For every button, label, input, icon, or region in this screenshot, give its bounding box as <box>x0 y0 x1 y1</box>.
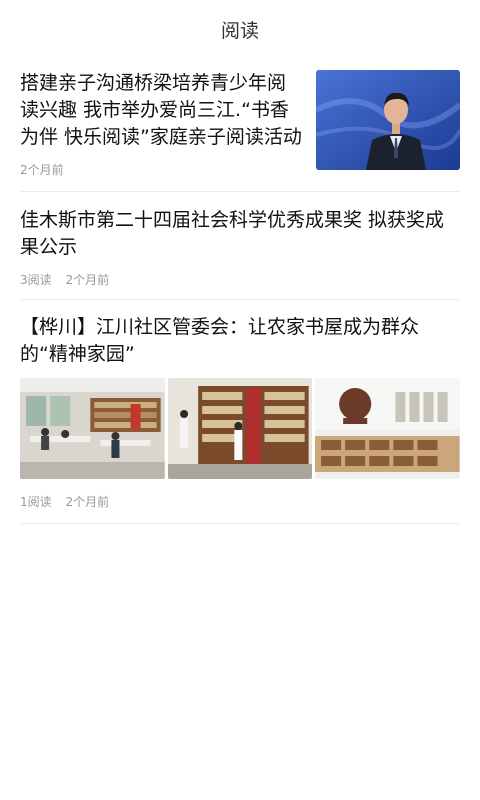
article-feed: 搭建亲子沟通桥梁培养青少年阅读兴趣 我市举办爱尚三江.“书香为伴 快乐阅读”家庭… <box>0 58 480 524</box>
article-photo[interactable] <box>20 378 165 479</box>
article-item[interactable]: 搭建亲子沟通桥梁培养青少年阅读兴趣 我市举办爱尚三江.“书香为伴 快乐阅读”家庭… <box>20 58 460 192</box>
article-read-count: 3阅读 <box>20 273 52 287</box>
article-meta: 2个月前 <box>20 161 304 178</box>
article-read-count: 1阅读 <box>20 495 52 509</box>
article-text: 搭建亲子沟通桥梁培养青少年阅读兴趣 我市举办爱尚三江.“书香为伴 快乐阅读”家庭… <box>20 70 316 191</box>
article-title[interactable]: 搭建亲子沟通桥梁培养青少年阅读兴趣 我市举办爱尚三江.“书香为伴 快乐阅读”家庭… <box>20 70 304 151</box>
article-title[interactable]: 佳木斯市第二十四届社会科学优秀成果奖 拟获奖成果公示 <box>20 207 460 261</box>
article-meta: 1阅读 2个月前 <box>20 493 460 510</box>
article-photo-strip <box>20 378 461 479</box>
bookshelf-visitors-image <box>167 378 313 479</box>
article-time: 2个月前 <box>20 163 64 177</box>
news-anchor-image <box>316 70 460 170</box>
article-item[interactable]: 【桦川】江川社区管委会：让农家书屋成为群众的“精神家园” 1阅读 2个月前 <box>20 300 461 524</box>
article-photo[interactable] <box>167 378 313 479</box>
article-thumbnail[interactable] <box>316 70 460 170</box>
top-bar: 阅读 <box>0 0 480 58</box>
article-photo[interactable] <box>315 378 461 479</box>
reading-room-image <box>20 378 165 479</box>
article-meta: 3阅读 2个月前 <box>20 271 460 288</box>
article-item[interactable]: 佳木斯市第二十四届社会科学优秀成果奖 拟获奖成果公示 3阅读 2个月前 <box>20 192 460 300</box>
article-time: 2个月前 <box>65 495 110 509</box>
article-title[interactable]: 【桦川】江川社区管委会：让农家书屋成为群众的“精神家园” <box>20 314 460 368</box>
library-sign-image <box>315 378 461 479</box>
article-time: 2个月前 <box>65 273 110 287</box>
page-title: 阅读 <box>220 19 259 42</box>
